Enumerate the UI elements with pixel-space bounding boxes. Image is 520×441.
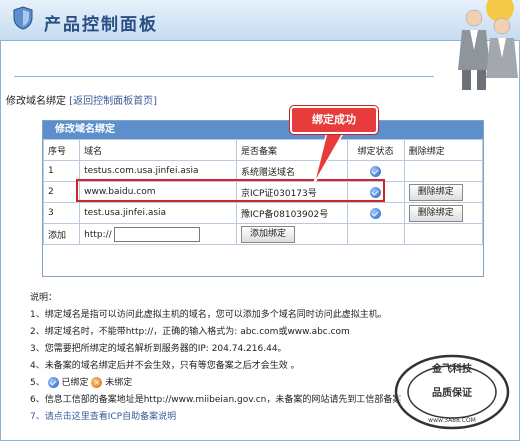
back-to-home-link[interactable]: [返回控制面板首页] bbox=[69, 96, 157, 107]
svg-text:品质保证: 品质保证 bbox=[432, 386, 472, 399]
shield-icon bbox=[13, 6, 33, 30]
delete-binding-button[interactable]: 删除绑定 bbox=[408, 204, 463, 222]
delete-cell: 删除绑定 bbox=[403, 202, 484, 224]
bound-check-icon bbox=[370, 165, 382, 177]
callout-label: 绑定成功 bbox=[289, 105, 379, 135]
column-header: 域名 bbox=[79, 139, 238, 161]
domain-cell: test.usa.jinfei.asia bbox=[79, 202, 238, 224]
divider bbox=[14, 76, 434, 77]
notes-heading: 说明： bbox=[30, 293, 58, 303]
delete-cell: 删除绑定 bbox=[403, 181, 484, 203]
add-button-cell: 添加绑定 bbox=[236, 223, 348, 245]
row-number: 1 bbox=[42, 160, 81, 182]
svg-text:金飞科技: 金飞科技 bbox=[431, 362, 473, 375]
table-row: 3 test.usa.jinfei.asia 豫ICP备08103902号 删除… bbox=[42, 202, 484, 224]
table-header-row: 序号 域名 是否备案 绑定状态 删除绑定 bbox=[42, 139, 484, 161]
breadcrumb-current: 修改域名绑定 bbox=[6, 96, 66, 107]
breadcrumb: 修改域名绑定 [返回控制面板首页] bbox=[6, 92, 157, 107]
unbound-x-icon: × bbox=[91, 377, 103, 388]
add-binding-button[interactable]: 添加绑定 bbox=[241, 225, 296, 243]
add-row: 添加 http:// 添加绑定 bbox=[42, 223, 484, 245]
callout-pointer bbox=[313, 128, 347, 185]
domain-input[interactable] bbox=[113, 226, 200, 242]
row-number: 3 bbox=[42, 202, 81, 224]
page-title: 产品控制面板 bbox=[44, 15, 158, 35]
note-item: 1、绑定域名是指可以访问此虚拟主机的域名，您可以添加多个域名同时访问此虚拟主机。 bbox=[30, 310, 387, 320]
row-number: 2 bbox=[42, 181, 81, 203]
empty-cell bbox=[403, 223, 484, 245]
note-item: 2、绑定域名时，不能带http://，正确的输入格式为: abc.com或www… bbox=[30, 327, 350, 337]
column-header: 序号 bbox=[42, 139, 81, 161]
legend-unbound: 未绑定 bbox=[105, 378, 133, 388]
record-cell: 豫ICP备08103902号 bbox=[236, 202, 348, 224]
http-prefix: http:// bbox=[84, 229, 112, 240]
delete-cell bbox=[403, 160, 484, 182]
bound-check-icon bbox=[370, 207, 382, 219]
status-cell bbox=[346, 202, 405, 224]
legend-bound: 已绑定 bbox=[61, 378, 89, 388]
svg-text:www.3A88.COM: www.3A88.COM bbox=[428, 417, 476, 424]
bound-check-icon bbox=[47, 377, 59, 388]
quality-seal-icon: 金飞科技 品质保证 www.3A88.COM bbox=[394, 354, 510, 430]
column-header: 删除绑定 bbox=[403, 139, 484, 161]
add-label: 添加 bbox=[42, 223, 81, 245]
businessmen-icon bbox=[458, 0, 518, 90]
panel-title: 修改域名绑定 bbox=[43, 121, 483, 139]
delete-binding-button[interactable]: 删除绑定 bbox=[408, 183, 463, 201]
add-domain-cell: http:// bbox=[79, 223, 238, 245]
empty-cell bbox=[346, 223, 405, 245]
legend-prefix: 5、 bbox=[30, 378, 45, 388]
